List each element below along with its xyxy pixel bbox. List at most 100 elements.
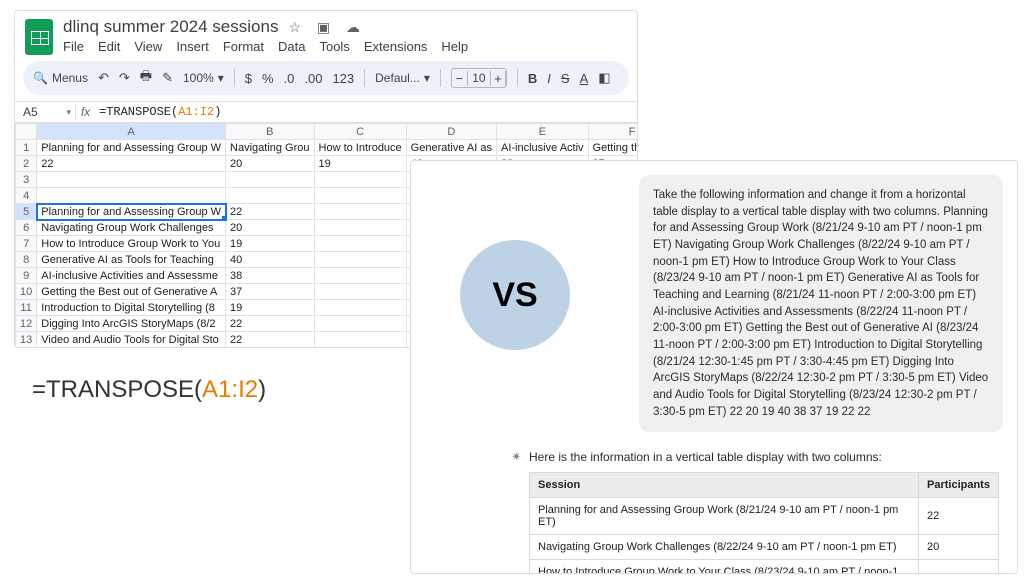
- row-header[interactable]: 11: [16, 300, 37, 316]
- cell[interactable]: 38: [226, 268, 315, 284]
- row-header[interactable]: 3: [16, 172, 37, 188]
- cell[interactable]: Planning for and Assessing Group W: [37, 140, 226, 156]
- assistant-icon: ✴: [511, 449, 522, 465]
- row-header[interactable]: 12: [16, 316, 37, 332]
- percent-icon[interactable]: %: [262, 71, 274, 86]
- row-header[interactable]: 8: [16, 252, 37, 268]
- row-header[interactable]: 1: [16, 140, 37, 156]
- title-icons[interactable]: ☆ ▣ ☁: [288, 19, 366, 36]
- col-session: Session: [530, 473, 919, 498]
- row-header[interactable]: 2: [16, 156, 37, 172]
- row-header[interactable]: 13: [16, 332, 37, 348]
- cell[interactable]: 22: [37, 156, 226, 172]
- table-row: Navigating Group Work Challenges (8/22/2…: [530, 535, 919, 560]
- cell[interactable]: 22: [226, 316, 315, 332]
- row-header[interactable]: 5: [16, 204, 37, 220]
- cell[interactable]: 20: [226, 156, 315, 172]
- col-header-D[interactable]: D: [406, 124, 496, 140]
- name-box[interactable]: A5: [15, 105, 75, 119]
- sheets-header: dlinq summer 2024 sessions ☆ ▣ ☁ File Ed…: [15, 11, 637, 55]
- chat-user-prompt: Take the following information and chang…: [639, 175, 1003, 432]
- col-header-C[interactable]: C: [314, 124, 406, 140]
- font-size-inc[interactable]: +: [490, 71, 506, 86]
- menu-insert[interactable]: Insert: [176, 39, 209, 54]
- fx-icon: fx: [75, 105, 95, 119]
- currency-icon[interactable]: $: [245, 71, 252, 86]
- menu-extensions[interactable]: Extensions: [364, 39, 428, 54]
- menu-view[interactable]: View: [134, 39, 162, 54]
- formula-callout: =TRANSPOSE(A1:I2): [32, 376, 266, 404]
- more-formats-icon[interactable]: 123: [332, 71, 354, 86]
- cell[interactable]: Generative AI as: [406, 140, 496, 156]
- cell[interactable]: 19: [226, 300, 315, 316]
- cell[interactable]: How to Introduce: [314, 140, 406, 156]
- document-title[interactable]: dlinq summer 2024 sessions: [63, 17, 278, 37]
- strike-icon[interactable]: S: [561, 71, 570, 86]
- formula-bar: A5 fx =TRANSPOSE(A1:I2): [15, 101, 637, 123]
- cell[interactable]: Navigating Grou: [226, 140, 315, 156]
- search-menus[interactable]: 🔍Menus: [33, 71, 88, 85]
- cell[interactable]: 40: [226, 252, 315, 268]
- cell[interactable]: Digging Into ArcGIS StoryMaps (8/2: [37, 316, 226, 332]
- col-header-A[interactable]: A: [37, 124, 226, 140]
- cell-selected[interactable]: Planning for and Assessing Group W: [37, 204, 226, 220]
- font-size-dec[interactable]: −: [452, 71, 468, 86]
- row-header[interactable]: 4: [16, 188, 37, 204]
- row-header[interactable]: 9: [16, 268, 37, 284]
- table-row: 19: [919, 560, 999, 574]
- menu-tools[interactable]: Tools: [319, 39, 349, 54]
- undo-icon[interactable]: ↶: [98, 70, 109, 86]
- sheets-logo-icon: [25, 19, 53, 55]
- row-header[interactable]: 7: [16, 236, 37, 252]
- table-row: Planning for and Assessing Group Work (8…: [530, 498, 919, 535]
- menu-edit[interactable]: Edit: [98, 39, 120, 54]
- cell[interactable]: Generative AI as Tools for Teaching: [37, 252, 226, 268]
- paint-format-icon[interactable]: ✎: [162, 70, 173, 86]
- chat-response: ✴ Here is the information in a vertical …: [411, 442, 1017, 574]
- search-icon: 🔍: [33, 71, 48, 85]
- corner-cell[interactable]: [16, 124, 37, 140]
- cell[interactable]: How to Introduce Group Work to You: [37, 236, 226, 252]
- col-header-B[interactable]: B: [226, 124, 315, 140]
- zoom-select[interactable]: 100% ▾: [183, 71, 224, 85]
- bold-icon[interactable]: B: [528, 71, 537, 86]
- col-header-E[interactable]: E: [497, 124, 589, 140]
- menu-data[interactable]: Data: [278, 39, 305, 54]
- italic-icon[interactable]: I: [547, 71, 551, 86]
- menu-format[interactable]: Format: [223, 39, 264, 54]
- redo-icon[interactable]: ↷: [119, 70, 130, 86]
- font-size-value[interactable]: 10: [468, 71, 490, 85]
- menu-help[interactable]: Help: [441, 39, 468, 54]
- cell[interactable]: 22: [226, 204, 315, 220]
- response-table: Session Participants Planning for and As…: [529, 472, 999, 574]
- fill-color-icon[interactable]: ◧: [598, 70, 610, 86]
- table-row: 20: [919, 535, 999, 560]
- cell[interactable]: AI-inclusive Activ: [497, 140, 589, 156]
- text-color-icon[interactable]: A: [580, 71, 589, 86]
- decimal-dec-icon[interactable]: .0: [284, 71, 295, 86]
- cell[interactable]: 22: [226, 332, 315, 348]
- vs-badge: VS: [460, 240, 570, 350]
- font-size[interactable]: − 10 +: [451, 68, 507, 88]
- col-header-F[interactable]: F: [588, 124, 637, 140]
- cell[interactable]: Introduction to Digital Storytelling (8: [37, 300, 226, 316]
- table-row: 22: [919, 498, 999, 535]
- cell[interactable]: 37: [226, 284, 315, 300]
- row-header[interactable]: 14: [16, 348, 37, 349]
- cell[interactable]: Navigating Group Work Challenges: [37, 220, 226, 236]
- cell[interactable]: AI-inclusive Activities and Assessme: [37, 268, 226, 284]
- print-icon[interactable]: 🖶: [140, 67, 152, 89]
- cell[interactable]: Video and Audio Tools for Digital Sto: [37, 332, 226, 348]
- menu-file[interactable]: File: [63, 39, 84, 54]
- cell[interactable]: Getting the Best: [588, 140, 637, 156]
- col-participants: Participants: [919, 473, 999, 498]
- row-header[interactable]: 10: [16, 284, 37, 300]
- decimal-inc-icon[interactable]: .00: [304, 71, 322, 86]
- row-header[interactable]: 6: [16, 220, 37, 236]
- cell[interactable]: Getting the Best out of Generative A: [37, 284, 226, 300]
- cell[interactable]: 19: [314, 156, 406, 172]
- formula-input[interactable]: =TRANSPOSE(A1:I2): [95, 105, 221, 119]
- font-select[interactable]: Defaul... ▾: [375, 71, 430, 85]
- cell[interactable]: 20: [226, 220, 315, 236]
- cell[interactable]: 19: [226, 236, 315, 252]
